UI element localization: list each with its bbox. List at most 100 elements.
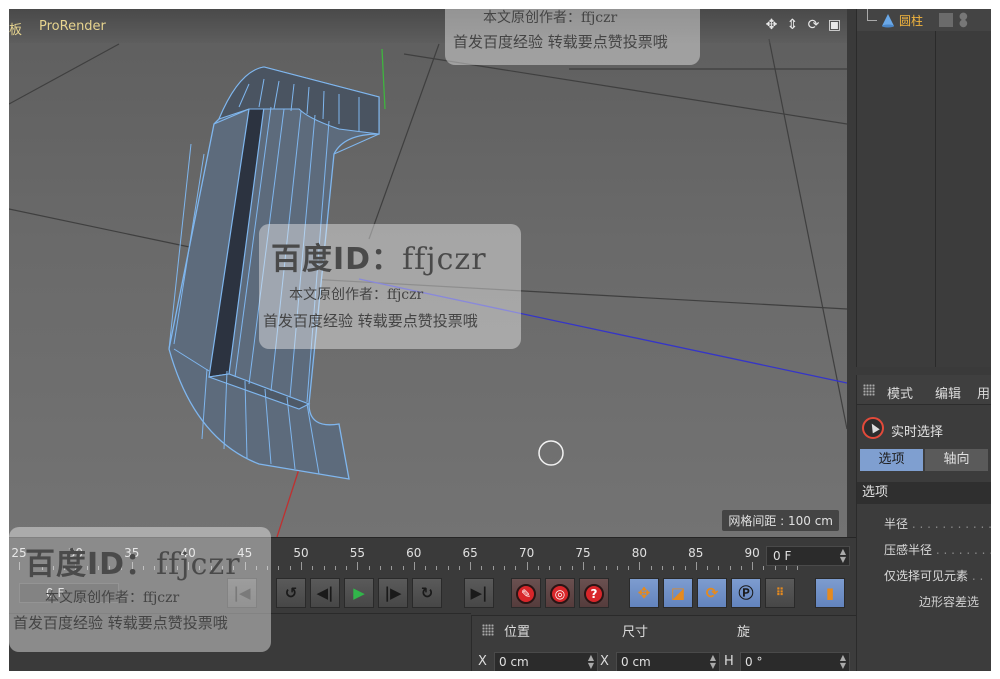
object-row-cylinder[interactable]: 圆柱 ● ● [857, 9, 991, 31]
tick-mark [278, 566, 280, 570]
tick-mark [402, 566, 404, 570]
tick-mark [774, 566, 776, 570]
prop-pressure-radius[interactable]: 压感半径 . . . . . . . . [884, 541, 991, 558]
h-rotation-label: H [724, 654, 734, 669]
x-size-label: X [600, 654, 609, 669]
tick-mark [391, 566, 393, 570]
play-button[interactable]: ▶ [344, 578, 374, 608]
object-manager: 圆柱 ● ● [856, 9, 991, 367]
menu-prorender[interactable]: ProRender [39, 19, 106, 34]
scheme-button[interactable]: ▮ [815, 578, 845, 608]
next-frame-button[interactable]: |▶ [378, 578, 408, 608]
tick-mark [684, 566, 686, 570]
tick-mark [763, 566, 765, 570]
tick-label: 50 [293, 546, 309, 560]
tick-label: 80 [631, 546, 648, 560]
tab-options[interactable]: 选项 [860, 449, 923, 471]
key-parameter-button[interactable]: Ⓟ [731, 578, 761, 608]
tick-mark [740, 566, 742, 570]
tick-mark [537, 566, 539, 570]
watermark-center: 百度ID：ffjczr 本文原创作者：ffjczr 首发百度经验 转载要点赞投票… [259, 224, 521, 349]
x-axis-line [276, 468, 300, 537]
watermark-bottom-left: 百度ID：ffjczr 本文原创作者：ffjczr 首发百度经验 转载要点赞投票… [9, 527, 271, 652]
menu-mode[interactable]: 模式 [887, 383, 913, 402]
tick-label: 85 [688, 546, 704, 560]
menu-panel[interactable]: 板 [9, 19, 22, 38]
grid-spacing-label: 网格间距 : 100 cm [722, 510, 839, 531]
visibility-dots-icon[interactable]: ● ● [959, 12, 968, 29]
prev-key-button[interactable]: ◀| [310, 578, 340, 608]
tick-mark [413, 562, 415, 570]
tick-mark [492, 566, 494, 570]
keyframe-selection-button[interactable]: ? [579, 578, 609, 608]
header-size: 尺寸 [622, 625, 649, 640]
maximize-icon[interactable]: ▣ [826, 17, 843, 34]
tick-mark [605, 566, 607, 570]
zoom-icon[interactable]: ⇕ [784, 17, 801, 34]
tick-mark [346, 566, 348, 570]
tab-axis[interactable]: 轴向 [925, 449, 988, 471]
tick-mark [661, 566, 663, 570]
cylinder-icon [882, 14, 894, 28]
tree-line [867, 9, 877, 21]
grip-icon[interactable] [482, 624, 494, 636]
go-end-button[interactable]: ▶| [464, 578, 494, 608]
key-pla-button[interactable]: ⠿ [765, 578, 795, 608]
prop-polygon-tolerance[interactable]: 边形容差选 [919, 593, 991, 610]
rotate-icon[interactable]: ⟳ [805, 17, 822, 34]
loop-back-icon[interactable]: ↺ [276, 578, 306, 608]
object-name[interactable]: 圆柱 [899, 12, 923, 29]
move-icon[interactable]: ✥ [763, 17, 780, 34]
cinema4d-window: 板 ProRender ✥ ⇕ ⟳ ▣ 网格间距 : 100 cm 圆柱 ●● [9, 9, 991, 671]
selection-cursor-circle [538, 440, 564, 466]
tick-mark [289, 566, 291, 570]
prop-radius[interactable]: 半径 . . . . . . . . . . . . [884, 515, 991, 532]
key-position-button[interactable]: ✥ [629, 578, 659, 608]
prop-visible-only[interactable]: 仅选择可见元素 . . [884, 567, 991, 584]
current-frame-field[interactable]: 0 F ▲ ▼ [766, 546, 850, 566]
tick-mark [515, 566, 517, 570]
attribute-tabs: 选项 轴向 [860, 449, 991, 471]
tick-label: 70 [518, 546, 535, 560]
tick-mark [447, 566, 449, 570]
tool-name: 实时选择 [891, 425, 944, 440]
tick-mark [797, 566, 799, 570]
tick-mark [357, 562, 359, 570]
menu-edit[interactable]: 编辑 [935, 383, 961, 402]
tick-mark [583, 562, 584, 570]
key-rotation-button[interactable]: ⟳ [697, 578, 727, 608]
auto-key-button[interactable]: ◎ [545, 578, 575, 608]
menu-user[interactable]: 用 [977, 383, 990, 402]
tick-mark [436, 566, 438, 570]
tick-mark [526, 562, 528, 570]
grip-icon[interactable] [863, 384, 875, 396]
column-divider [935, 9, 936, 367]
loop-button[interactable]: ↻ [412, 578, 442, 608]
x-position-field[interactable]: 0 cm ▲ ▼ [494, 652, 598, 671]
spin-arrows-icon[interactable]: ▲ ▼ [840, 548, 846, 564]
x-position-label: X [478, 654, 487, 669]
section-header: 选项 [857, 482, 991, 504]
tick-mark [301, 562, 302, 570]
tick-mark [718, 566, 720, 570]
tick-mark [470, 562, 472, 570]
tick-mark [334, 566, 336, 570]
header-position: 位置 [504, 625, 531, 640]
tick-mark [729, 566, 731, 570]
x-size-field[interactable]: 0 cm ▲ ▼ [616, 652, 720, 671]
tick-mark [707, 566, 709, 570]
h-rotation-field[interactable]: 0 ° ▲ ▼ [740, 652, 850, 671]
tick-mark [571, 566, 573, 570]
tick-label: 60 [406, 546, 422, 560]
tick-mark [673, 566, 675, 570]
tick-mark [549, 566, 551, 570]
key-scale-button[interactable]: ◪ [663, 578, 693, 608]
tick-label: 65 [462, 546, 478, 560]
record-key-button[interactable]: ✎ [511, 578, 541, 608]
question-icon: ? [584, 584, 604, 604]
tick-label: 90 [744, 546, 760, 560]
header-rotation: 旋 [737, 625, 751, 640]
visibility-toggle[interactable] [939, 13, 953, 27]
tick-mark [628, 566, 630, 570]
tick-mark [379, 566, 381, 570]
